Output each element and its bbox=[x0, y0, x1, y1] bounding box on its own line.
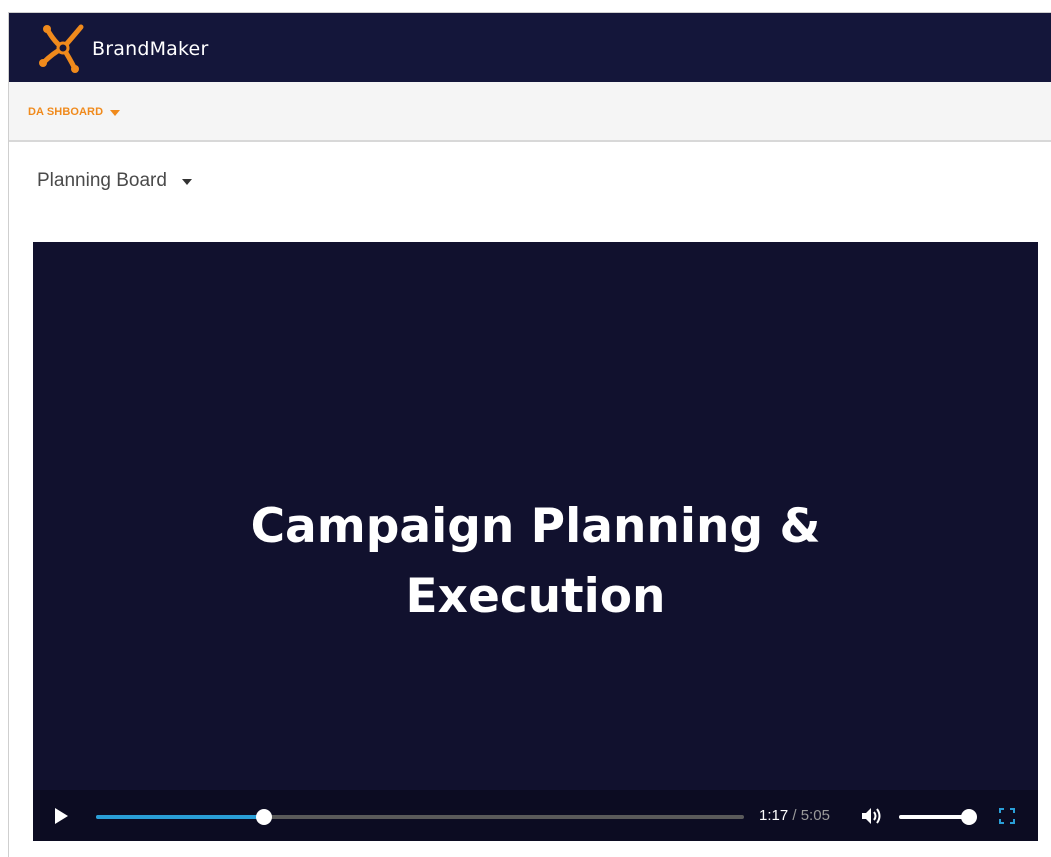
duration: 5:05 bbox=[800, 807, 830, 824]
volume-fill bbox=[899, 815, 969, 819]
progress-handle[interactable] bbox=[256, 809, 273, 825]
volume-icon[interactable] bbox=[861, 807, 883, 825]
volume-handle[interactable] bbox=[961, 809, 977, 825]
current-time: 1:17 bbox=[759, 807, 789, 824]
dashboard-menu-label: DA SHBOARD bbox=[28, 106, 104, 118]
caret-down-icon bbox=[110, 109, 121, 116]
video-title-line-1: Campaign Planning & bbox=[250, 499, 821, 554]
view-selector-label: Planning Board bbox=[37, 170, 167, 191]
fullscreen-icon[interactable] bbox=[999, 808, 1015, 824]
play-icon[interactable] bbox=[55, 808, 68, 824]
top-bar: BrandMaker bbox=[9, 13, 1051, 82]
brandmaker-logo-icon[interactable] bbox=[35, 21, 91, 75]
video-title-line-2: Execution bbox=[405, 569, 666, 624]
progress-bar[interactable] bbox=[96, 809, 744, 825]
video-title: Campaign Planning & Execution bbox=[33, 492, 1038, 632]
brand-name: BrandMaker bbox=[92, 38, 209, 60]
app-frame: BrandMaker DA SHBOARD Planning Board Cam… bbox=[8, 12, 1051, 857]
video-player[interactable]: Campaign Planning & Execution 1:17 / 5:0… bbox=[33, 242, 1038, 841]
nav-bar: DA SHBOARD bbox=[9, 82, 1051, 142]
time-display: 1:17 / 5:05 bbox=[759, 807, 830, 824]
dashboard-menu[interactable]: DA SHBOARD bbox=[28, 106, 121, 118]
time-separator: / bbox=[792, 807, 797, 824]
view-selector[interactable]: Planning Board bbox=[37, 170, 192, 192]
caret-down-icon bbox=[181, 179, 192, 185]
volume-slider[interactable] bbox=[899, 809, 977, 825]
progress-fill bbox=[96, 815, 265, 819]
video-controls: 1:17 / 5:05 bbox=[33, 790, 1038, 841]
